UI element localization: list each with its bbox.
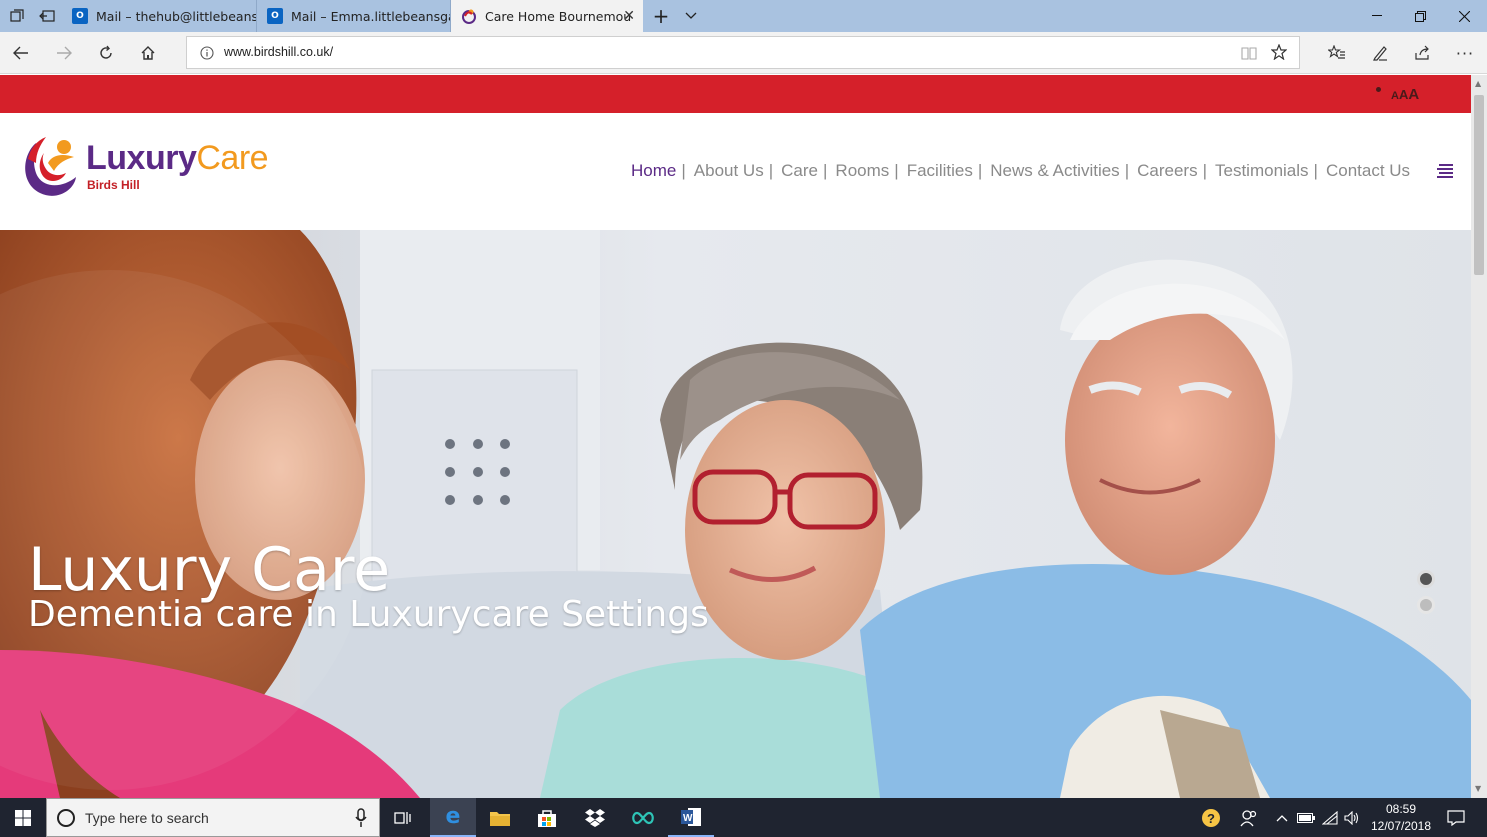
tab-actions-icon[interactable]	[2, 0, 32, 32]
menu-separator: |	[823, 161, 828, 180]
tab-mail-emma[interactable]: O Mail – Emma.littlebeansgarl	[257, 0, 451, 32]
logo-location: Birds Hill	[87, 178, 140, 192]
favorites-hub-icon[interactable]	[1320, 36, 1354, 70]
back-icon[interactable]	[4, 36, 38, 70]
menu-separator: |	[768, 161, 774, 180]
site-header: LuxuryCare Birds Hill Home | About Us | Ca…	[0, 113, 1471, 230]
menu-about-us[interactable]: About Us	[694, 161, 764, 181]
svg-text:?: ?	[1207, 811, 1215, 826]
menu-news-activities[interactable]: News & Activities	[990, 161, 1119, 181]
hero-photo	[0, 230, 1471, 798]
clock-time: 08:59	[1385, 802, 1417, 816]
logo-wordmark: LuxuryCare	[86, 139, 269, 178]
bullet-dot-icon	[1376, 87, 1381, 92]
menu-separator: |	[1202, 161, 1207, 180]
new-tab-icon[interactable]: +	[646, 0, 676, 32]
task-view-icon[interactable]	[380, 798, 426, 837]
menu-separator: |	[1313, 161, 1318, 180]
luxurycare-favicon	[461, 8, 477, 24]
close-tab-icon[interactable]: ✕	[623, 8, 635, 24]
menu-rooms[interactable]: Rooms	[835, 161, 889, 181]
outlook-icon: O	[72, 8, 88, 24]
taskbar-search-box[interactable]: Type here to search	[46, 798, 380, 837]
main-menu: Home | About Us | Care | Rooms | Facilities |…	[631, 161, 1415, 181]
battery-icon[interactable]	[1294, 798, 1318, 837]
share-icon[interactable]	[1405, 36, 1439, 70]
address-text: www.birdshill.co.uk/	[224, 45, 334, 59]
volume-icon[interactable]	[1341, 798, 1363, 837]
hero-subtitle: Dementia care in Luxurycare Settings	[28, 594, 709, 635]
font-size-medium[interactable]: A	[1399, 87, 1408, 102]
browser-navigation-bar: www.birdshill.co.uk/ ···	[0, 32, 1487, 74]
help-icon[interactable]: ?	[1196, 798, 1226, 837]
cortana-icon	[57, 809, 75, 827]
edge-taskbar-icon[interactable]: e	[430, 798, 476, 837]
menu-home[interactable]: Home	[631, 161, 676, 181]
set-tabs-aside-icon[interactable]	[32, 0, 62, 32]
forward-icon[interactable]	[47, 36, 81, 70]
more-options-icon[interactable]: ···	[1448, 36, 1482, 70]
clock-date: 12/07/2018	[1370, 819, 1432, 833]
menu-separator: |	[977, 161, 983, 180]
word-icon[interactable]: W	[668, 798, 714, 837]
store-icon[interactable]	[524, 798, 570, 837]
logo-word-care: Care	[196, 139, 269, 177]
people-icon[interactable]	[1234, 798, 1264, 837]
page-scrollbar[interactable]: ▲ ▼	[1471, 75, 1487, 798]
notifications-icon[interactable]	[1440, 798, 1472, 837]
menu-care[interactable]: Care	[781, 161, 818, 181]
logo-emblem-icon	[25, 137, 76, 196]
hero-slider: Luxury Care Dementia care in Luxurycare …	[0, 230, 1471, 798]
tab-label: Care Home Bournemou	[485, 8, 632, 24]
top-utility-bar: AAA	[0, 75, 1471, 113]
windows-taskbar: Type here to search e W ? 08:59 12/07/20…	[0, 798, 1487, 837]
menu-careers[interactable]: Careers	[1137, 161, 1197, 181]
menu-separator: |	[894, 161, 899, 180]
microphone-icon[interactable]	[355, 808, 367, 832]
tab-mail-thehub[interactable]: O Mail – thehub@littlebeansd	[62, 0, 257, 32]
slider-dot-active[interactable]	[1417, 570, 1435, 588]
font-size-controls[interactable]: AAA	[1391, 86, 1419, 104]
wifi-icon[interactable]	[1319, 798, 1341, 837]
font-size-small[interactable]: A	[1391, 90, 1399, 102]
menu-facilities[interactable]: Facilities	[907, 161, 973, 181]
outlook-icon: O	[267, 8, 283, 24]
slider-dot[interactable]	[1417, 596, 1435, 614]
favorite-star-icon[interactable]	[1270, 43, 1288, 64]
browser-tab-strip: O Mail – thehub@littlebeansd O Mail – Em…	[0, 0, 1487, 32]
search-placeholder: Type here to search	[85, 810, 209, 826]
menu-separator: |	[681, 161, 686, 180]
site-logo[interactable]	[18, 129, 82, 205]
scrollbar-thumb[interactable]	[1474, 95, 1484, 275]
menu-separator: |	[1124, 161, 1130, 180]
show-hidden-icons-icon[interactable]	[1272, 798, 1292, 837]
scroll-down-icon[interactable]: ▼	[1475, 784, 1481, 793]
start-windows-icon[interactable]	[0, 798, 46, 837]
web-note-pen-icon[interactable]	[1363, 36, 1397, 70]
menu-contact-us[interactable]: Contact Us	[1326, 161, 1410, 181]
restore-icon[interactable]	[1397, 0, 1443, 32]
dropbox-icon[interactable]	[572, 798, 618, 837]
logo-word-luxury: Luxury	[86, 139, 197, 177]
address-bar[interactable]: www.birdshill.co.uk/	[186, 36, 1300, 69]
close-window-icon[interactable]	[1441, 0, 1487, 32]
minimize-icon[interactable]	[1354, 0, 1400, 32]
font-size-large[interactable]: A	[1408, 86, 1419, 103]
infinity-app-icon[interactable]	[620, 798, 666, 837]
chevron-down-icon[interactable]	[676, 0, 706, 32]
file-explorer-icon[interactable]	[477, 798, 523, 837]
site-info-icon[interactable]	[200, 45, 214, 64]
tab-label: Mail – thehub@littlebeansd	[96, 8, 257, 24]
svg-text:W: W	[683, 813, 693, 824]
hamburger-menu-icon[interactable]	[1437, 163, 1455, 182]
scroll-up-icon[interactable]: ▲	[1475, 79, 1481, 88]
reading-view-icon[interactable]	[1241, 45, 1257, 64]
menu-testimonials[interactable]: Testimonials	[1215, 161, 1309, 181]
tab-label: Mail – Emma.littlebeansgarl	[291, 8, 451, 24]
system-clock[interactable]: 08:59 12/07/2018	[1366, 801, 1436, 835]
refresh-icon[interactable]	[89, 36, 123, 70]
tab-care-home[interactable]: Care Home Bournemou ✕	[451, 0, 643, 32]
home-icon[interactable]	[131, 36, 165, 70]
